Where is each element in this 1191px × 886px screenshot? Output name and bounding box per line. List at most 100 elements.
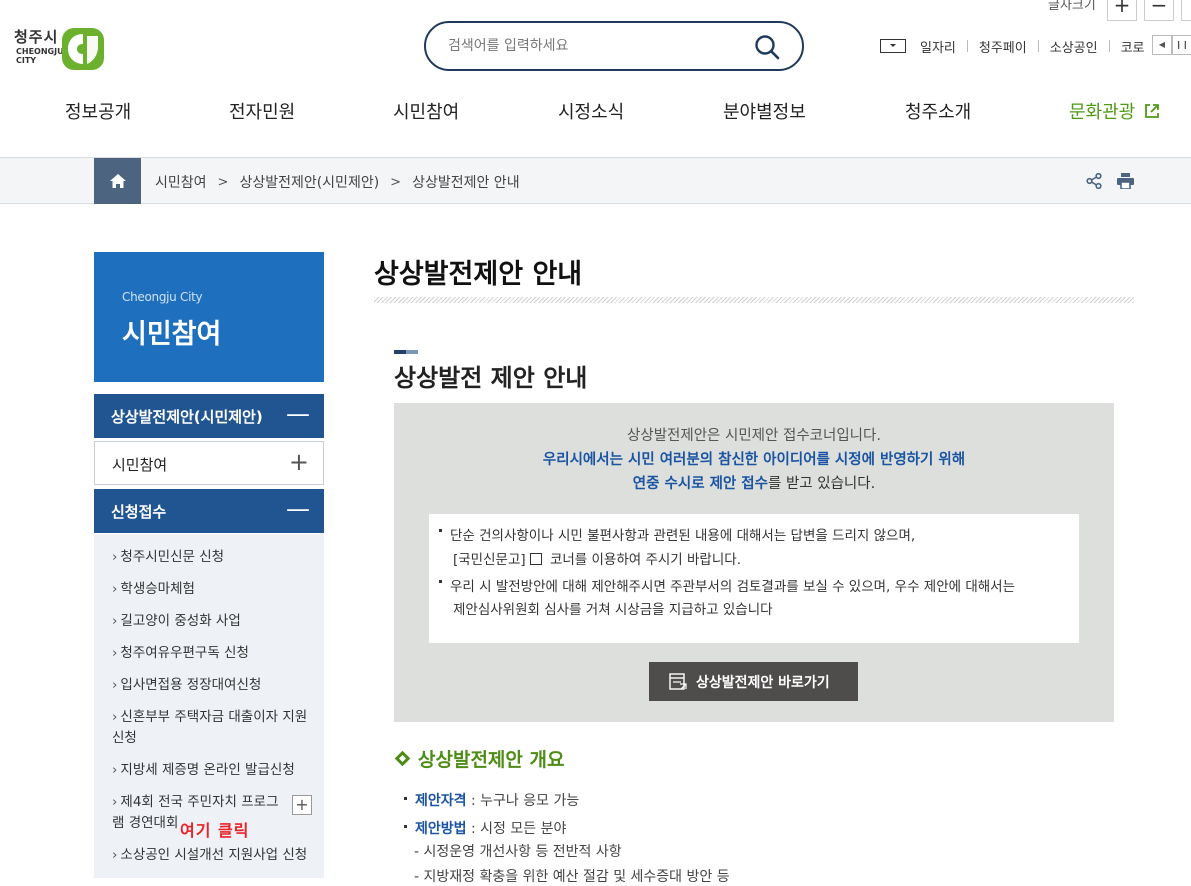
overview-title: 상상발전제안 개요 <box>394 745 564 772</box>
info-line-highlight-text: 연중 수시로 제안 접수 <box>632 476 768 492</box>
chevron-right-icon: › <box>112 847 118 863</box>
title-divider <box>374 297 1134 303</box>
home-button[interactable] <box>94 158 141 204</box>
shinmungo-link[interactable]: [국민신문고] <box>453 552 526 568</box>
util-divider <box>966 40 968 52</box>
font-size-increase-button[interactable]: + <box>1107 0 1137 21</box>
sidebar-subitem-label: 소상공인 시설개선 지원사업 신청 <box>120 847 308 863</box>
search-input[interactable] <box>448 35 748 57</box>
sidebar-menu-label: 신청접수 <box>111 503 167 521</box>
pause-icon[interactable]: ❙❙ <box>1172 35 1191 55</box>
external-link-icon <box>1145 104 1159 118</box>
search-box <box>424 21 804 71</box>
info-box: 상상발전제안은 시민제안 접수코너입니다. 우리시에서는 시민 여러분의 참신한… <box>394 403 1114 722</box>
main-navigation: 정보공개 전자민원 시민참여 시정소식 분야별정보 청주소개 문화관광 <box>0 98 1191 128</box>
annotation-click-here: 여기 클릭 <box>180 821 250 840</box>
gnb-item-civil[interactable]: 전자민원 <box>229 98 295 124</box>
sidebar-title: 시민참여 <box>122 319 222 350</box>
util-link-small-business[interactable]: 소상공인 <box>1050 37 1098 56</box>
sidebar-subitem-label: 입사면접용 정장대여신청 <box>120 677 262 693</box>
page-title: 상상발전제안 안내 <box>374 259 583 290</box>
util-arrows: ◀ ❙❙ <box>1152 35 1191 55</box>
gnb-item-news[interactable]: 시정소식 <box>558 98 624 124</box>
sidebar-subitem[interactable]: › 학생승마체험 <box>112 579 316 600</box>
breadcrumb-item[interactable]: 상상발전제안(시민제안) <box>239 172 379 192</box>
sidebar-menu-application[interactable]: 신청접수 — <box>94 489 324 533</box>
notice-text: 단순 건의사항이나 시민 불편사항과 관련된 내용에 대해서는 답변을 드리지 … <box>450 528 916 544</box>
notice-item: 우리 시 발전방안에 대해 제안해주시면 주관부서의 검토결과를 보실 수 있으… <box>439 576 1069 599</box>
sidebar-subitem-label: 신혼부부 주택자금 대출이자 지원 신청 <box>112 709 308 746</box>
card-icon <box>880 39 906 53</box>
collapse-icon: — <box>286 400 310 428</box>
overview-key: 제안방법 <box>415 821 467 837</box>
sidebar-subitem-label: 길고양이 중성화 사업 <box>120 613 241 629</box>
logo-subtext: CHEONGJU CITY <box>16 47 64 65</box>
font-size-reset-button[interactable] <box>1181 0 1191 21</box>
proposal-shortcut-label: 상상발전제안 바로가기 <box>696 675 830 691</box>
gnb-item-info[interactable]: 정보공개 <box>65 98 131 124</box>
form-link-icon <box>669 673 687 690</box>
sidebar-subitem[interactable]: › 지방세 제증명 온라인 발급신청 <box>112 760 316 781</box>
share-icon[interactable] <box>1086 173 1102 189</box>
chevron-right-icon: › <box>112 613 118 629</box>
sidebar-subitem[interactable]: › 길고양이 중성화 사업 <box>112 611 316 632</box>
notice-text: 우리 시 발전방안에 대해 제안해주시면 주관부서의 검토결과를 보실 수 있으… <box>450 579 1016 595</box>
util-link-corona[interactable]: 코로 <box>1121 37 1145 56</box>
logo-mark-icon <box>62 28 104 70</box>
sidebar-menu-label: 상상발전제안(시민제안) <box>111 408 263 426</box>
gnb-item-tourism[interactable]: 문화관광 <box>1069 98 1160 124</box>
search-icon[interactable] <box>754 34 780 60</box>
proposal-shortcut-button[interactable]: 상상발전제안 바로가기 <box>649 662 858 701</box>
overview-value: : 누구나 응모 가능 <box>466 793 580 809</box>
util-link-jobs[interactable]: 일자리 <box>920 37 956 56</box>
gnb-item-about[interactable]: 청주소개 <box>905 98 971 124</box>
prev-arrow-icon[interactable]: ◀ <box>1152 35 1172 55</box>
new-window-icon[interactable] <box>529 553 542 565</box>
cheongju-logo[interactable]: 청주시 CHEONGJU CITY <box>14 24 114 78</box>
notice-item: 단순 건의사항이나 시민 불편사항과 관련된 내용에 대해서는 답변을 드리지 … <box>439 525 1069 548</box>
sidebar-menu-participation[interactable]: 시민참여 + <box>94 441 324 485</box>
sidebar-subitem[interactable]: › 신혼부부 주택자금 대출이자 지원 신청 <box>112 707 316 749</box>
sidebar-subitem[interactable]: › 청주시민신문 신청 <box>112 547 316 568</box>
sidebar-header: Cheongju City 시민참여 <box>94 252 324 382</box>
bullet-icon <box>404 796 407 800</box>
dash-icon: - <box>414 869 424 885</box>
expand-icon: + <box>288 448 309 476</box>
breadcrumb-item[interactable]: 시민참여 <box>155 172 207 192</box>
overview-title-text: 상상발전제안 개요 <box>418 749 565 771</box>
font-size-decrease-button[interactable]: − <box>1144 0 1174 21</box>
chevron-right-icon: › <box>112 581 118 597</box>
overview-subitem-text: 시정운영 개선사항 등 전반적 사항 <box>423 844 622 860</box>
print-icon[interactable] <box>1117 173 1134 189</box>
gnb-item-tourism-label: 문화관광 <box>1069 102 1136 123</box>
overview-item: 제안방법 : 시정 모든 분야 <box>404 818 566 838</box>
breadcrumb: 시민참여 > 상상발전제안(시민제안) > 상상발전제안 안내 <box>155 172 520 192</box>
overview-item: 제안자격 : 누구나 응모 가능 <box>404 790 579 810</box>
sidebar-subitem-label: 학생승마체험 <box>120 581 195 597</box>
home-icon <box>110 174 126 188</box>
sidebar-en-title: Cheongju City <box>122 290 203 304</box>
gnb-item-participation[interactable]: 시민참여 <box>393 98 459 124</box>
sidebar-subitem-label: 청주여유우편구독 신청 <box>120 645 249 661</box>
overview-key: 제안자격 <box>415 793 467 809</box>
section-title: 상상발전 제안 안내 <box>394 364 588 392</box>
chevron-right-icon: > <box>217 174 229 190</box>
chevron-right-icon: › <box>112 645 118 661</box>
notice-item-continued: [국민신문고] 코너를 이용하여 주시기 바랍니다. <box>453 549 1083 572</box>
util-link-pay[interactable]: 청주페이 <box>979 37 1027 56</box>
gnb-item-field-info[interactable]: 분야별정보 <box>723 98 806 124</box>
chevron-right-icon: › <box>112 677 118 693</box>
overview-subitem: - 지방재정 확충을 위한 예산 절감 및 세수증대 방안 등 <box>414 866 730 886</box>
sidebar-menu-proposal[interactable]: 상상발전제안(시민제안) — <box>94 394 324 438</box>
bullet-icon <box>439 579 442 583</box>
sidebar-subitem[interactable]: › 입사면접용 정장대여신청 <box>112 675 316 696</box>
breadcrumb-bar: 시민참여 > 상상발전제안(시민제안) > 상상발전제안 안내 <box>0 157 1191 204</box>
logo-text: 청주시 <box>14 28 59 46</box>
sidebar-subitem[interactable]: › 소상공인 시설개선 지원사업 신청 <box>112 845 316 866</box>
bullet-icon <box>404 824 407 828</box>
overview-value: : 시정 모든 분야 <box>466 821 567 837</box>
sidebar-subitem[interactable]: › 청주여유우편구독 신청 <box>112 643 316 664</box>
chevron-right-icon: › <box>112 762 118 778</box>
util-links: 일자리 청주페이 소상공인 코로 <box>880 36 1145 56</box>
expand-icon[interactable]: + <box>292 795 312 815</box>
